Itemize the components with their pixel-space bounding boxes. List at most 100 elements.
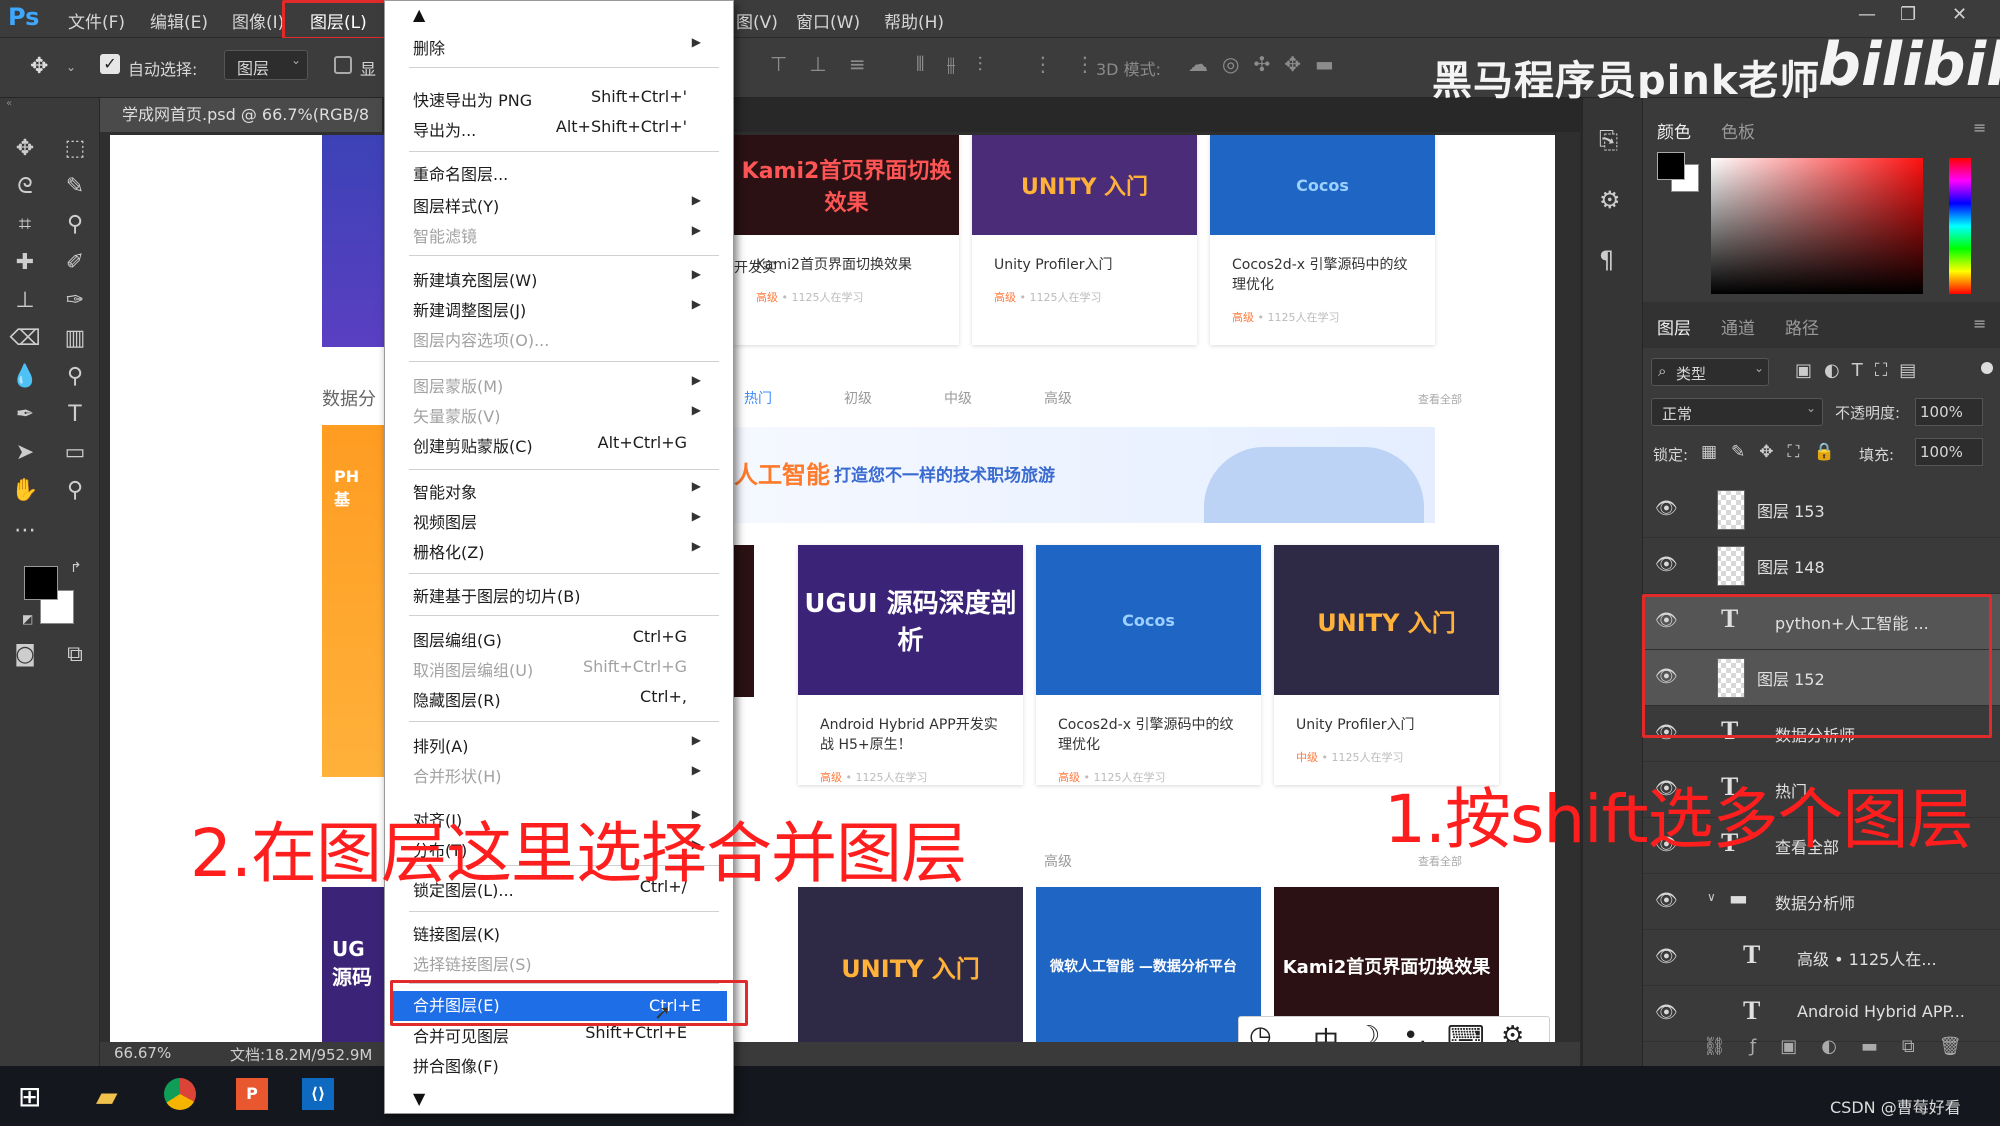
windows-start-icon[interactable]: ⊞ bbox=[18, 1080, 41, 1113]
path-select-tool-icon[interactable]: ➤ bbox=[8, 438, 42, 468]
menu-help[interactable]: 帮助(H) bbox=[884, 8, 944, 33]
show-transform-checkbox[interactable] bbox=[334, 56, 352, 74]
tab-intermediate[interactable]: 中级 bbox=[944, 388, 972, 408]
type-tool-icon[interactable]: T bbox=[58, 400, 92, 430]
course-card[interactable]: UNITY 入门 Unity Profiler入门 中级 • 1125人在学习 bbox=[1274, 545, 1499, 785]
menu-item[interactable]: 图层样式(Y) ▶ bbox=[413, 193, 713, 219]
healing-tool-icon[interactable]: ✚ bbox=[8, 248, 42, 278]
swap-colors-icon[interactable]: ↱ bbox=[70, 560, 82, 576]
doc-size[interactable]: 文档:18.2M/952.9M bbox=[230, 1044, 372, 1065]
foreground-color-swatch[interactable] bbox=[24, 566, 58, 600]
course-card[interactable]: UNITY 入门 Unity Profiler入门 高级 • 1125人在学习 bbox=[972, 135, 1197, 345]
quick-select-tool-icon[interactable]: ✎ bbox=[58, 172, 92, 202]
marquee-tool-icon[interactable]: ⬚ bbox=[58, 134, 92, 164]
tab-hot[interactable]: 热门 bbox=[744, 388, 772, 408]
auto-select-checkbox[interactable]: ✓ bbox=[100, 54, 120, 74]
tab-paths[interactable]: 路径 bbox=[1785, 314, 1819, 339]
chevron-down-icon[interactable]: ∨ bbox=[1707, 890, 1716, 904]
menu-item[interactable]: 新建填充图层(W) ▶ bbox=[413, 267, 713, 293]
menu-item[interactable]: 视频图层 ▶ bbox=[413, 509, 713, 535]
move-tool-icon[interactable]: ✥ bbox=[30, 54, 48, 79]
zoom-level[interactable]: 66.67% bbox=[114, 1044, 171, 1062]
course-card[interactable]: Kami2首页界面切换效果 Kami2首页界面切换效果 高级 • 1125人在学… bbox=[734, 135, 959, 345]
lasso-tool-icon[interactable]: ᘓ bbox=[8, 172, 42, 202]
folder-icon[interactable]: ▰ bbox=[96, 1080, 118, 1113]
row3-tab-advanced[interactable]: 高级 bbox=[1044, 851, 1072, 871]
scroll-down-icon[interactable]: ▼ bbox=[413, 1089, 425, 1108]
scroll-up-icon[interactable]: ▲ bbox=[413, 5, 425, 24]
course-card[interactable]: UNITY 入门 bbox=[798, 887, 1023, 1045]
hue-slider[interactable] bbox=[1949, 158, 1971, 294]
menu-item[interactable]: 栅格化(Z) ▶ bbox=[413, 539, 713, 565]
eye-icon[interactable]: 👁 bbox=[1655, 554, 1678, 575]
opacity-input[interactable]: 100% bbox=[1915, 398, 1983, 426]
restore-button[interactable]: ❐ bbox=[1900, 4, 1916, 25]
course-card[interactable]: Cocos Cocos2d-x 引擎源码中的纹理优化 高级 • 1125人在学习 bbox=[1036, 545, 1261, 785]
paragraph-panel-icon[interactable]: ¶ bbox=[1599, 246, 1614, 274]
layer-filter-dropdown[interactable]: ⌕ 类型 ⌄ bbox=[1651, 358, 1769, 386]
more-tools-icon[interactable]: ⋯ bbox=[8, 516, 42, 546]
menu-item[interactable]: 导出为... Alt+Shift+Ctrl+' bbox=[413, 117, 713, 143]
eyedropper-tool-icon[interactable]: ⚲ bbox=[58, 210, 92, 240]
collapse-icon[interactable]: « bbox=[6, 98, 12, 109]
eraser-tool-icon[interactable]: ⌫ bbox=[8, 324, 42, 354]
tab-advanced[interactable]: 高级 bbox=[1044, 388, 1072, 408]
powerpoint-icon[interactable]: P bbox=[236, 1078, 268, 1110]
tab-swatches[interactable]: 色板 bbox=[1721, 118, 1755, 143]
menu-window[interactable]: 窗口(W) bbox=[796, 8, 860, 33]
zoom-tool-icon[interactable]: ⚲ bbox=[58, 476, 92, 506]
menu-item[interactable]: 合并可见图层 Shift+Ctrl+E bbox=[413, 1023, 713, 1049]
layer-footer-icons[interactable]: ⛓ƒ▣◐▬⧉🗑 bbox=[1703, 1036, 1986, 1057]
course-card[interactable]: Cocos Cocos2d-x 引擎源码中的纹理优化 高级 • 1125人在学习 bbox=[1210, 135, 1435, 345]
panel-menu-icon[interactable]: ≡ bbox=[1973, 118, 1986, 137]
layer-row[interactable]: 👁 T Android Hybrid APP... bbox=[1643, 986, 2000, 1042]
3d-mode-icons[interactable]: ☁◎✣✥▬ bbox=[1188, 52, 1348, 76]
menu-item[interactable]: 创建剪贴蒙版(C) Alt+Ctrl+G bbox=[413, 433, 713, 459]
layer-filter-icons[interactable]: ▣◐T⛶▤ bbox=[1795, 360, 1928, 381]
align-icons[interactable]: ⊤⊥≡ ⫴⫵⫶ ⋮⋮ bbox=[770, 52, 1117, 76]
menu-item[interactable]: 排列(A) ▶ bbox=[413, 733, 713, 759]
rectangle-tool-icon[interactable]: ▭ bbox=[58, 438, 92, 468]
eye-icon[interactable]: 👁 bbox=[1655, 1002, 1678, 1023]
move-tool-icon[interactable]: ✥ bbox=[8, 134, 42, 164]
layer-row[interactable]: 👁 T 高级 • 1125人在... bbox=[1643, 930, 2000, 986]
menu-layer[interactable]: 图层(L) bbox=[310, 8, 367, 33]
menu-item[interactable]: 新建调整图层(J) ▶ bbox=[413, 297, 713, 323]
brush-tool-icon[interactable]: ✐ bbox=[58, 248, 92, 278]
filter-toggle[interactable] bbox=[1981, 362, 1993, 374]
menu-item[interactable]: 快速导出为 PNG Shift+Ctrl+' bbox=[413, 87, 713, 113]
menu-item[interactable]: 重命名图层... bbox=[413, 161, 713, 187]
history-panel-icon[interactable]: ⎘ bbox=[1599, 126, 1618, 154]
chevron-down-icon[interactable]: ⌄ bbox=[66, 60, 76, 74]
crop-tool-icon[interactable]: ⌗ bbox=[8, 210, 42, 240]
dodge-tool-icon[interactable]: ⚲ bbox=[58, 362, 92, 392]
menu-edit[interactable]: 编辑(E) bbox=[150, 8, 208, 33]
eye-icon[interactable]: 👁 bbox=[1655, 498, 1678, 519]
tab-beginner[interactable]: 初级 bbox=[844, 388, 872, 408]
tab-color[interactable]: 颜色 bbox=[1657, 118, 1691, 143]
color-field[interactable] bbox=[1711, 158, 1923, 294]
menu-view[interactable]: 图(V) bbox=[736, 8, 778, 33]
menu-item[interactable]: 删除 ▶ bbox=[413, 35, 713, 61]
menu-item[interactable]: 隐藏图层(R) Ctrl+, bbox=[413, 687, 713, 713]
quick-mask-icon[interactable]: ◙ bbox=[8, 640, 42, 670]
fill-input[interactable]: 100% bbox=[1915, 438, 1983, 466]
view-all-link[interactable]: 查看全部 bbox=[1418, 391, 1462, 407]
blend-mode-dropdown[interactable]: 正常 ⌄ bbox=[1651, 398, 1823, 426]
history-brush-tool-icon[interactable]: ✑ bbox=[58, 286, 92, 316]
gradient-tool-icon[interactable]: ▥ bbox=[58, 324, 92, 354]
menu-item[interactable]: 新建基于图层的切片(B) bbox=[413, 583, 713, 609]
panel-menu-icon[interactable]: ≡ bbox=[1973, 314, 1986, 333]
eye-icon[interactable]: 👁 bbox=[1655, 946, 1678, 967]
close-button[interactable]: ✕ bbox=[1952, 4, 1967, 25]
layer-row[interactable]: 👁 图层 148 bbox=[1643, 538, 2000, 594]
tab-layers[interactable]: 图层 bbox=[1657, 314, 1691, 339]
stamp-tool-icon[interactable]: ⊥ bbox=[8, 286, 42, 316]
properties-panel-icon[interactable]: ⚙ bbox=[1599, 186, 1621, 214]
tab-channels[interactable]: 通道 bbox=[1721, 314, 1755, 339]
menu-item[interactable]: 智能对象 ▶ bbox=[413, 479, 713, 505]
layer-group-row[interactable]: 👁 ∨ ▬ 数据分析师 bbox=[1643, 874, 2000, 930]
auto-select-dropdown[interactable]: 图层 ⌄ bbox=[224, 50, 308, 80]
fg-color-swatch[interactable] bbox=[1657, 152, 1685, 180]
vscode-icon[interactable]: ⟨⟩ bbox=[302, 1078, 334, 1110]
